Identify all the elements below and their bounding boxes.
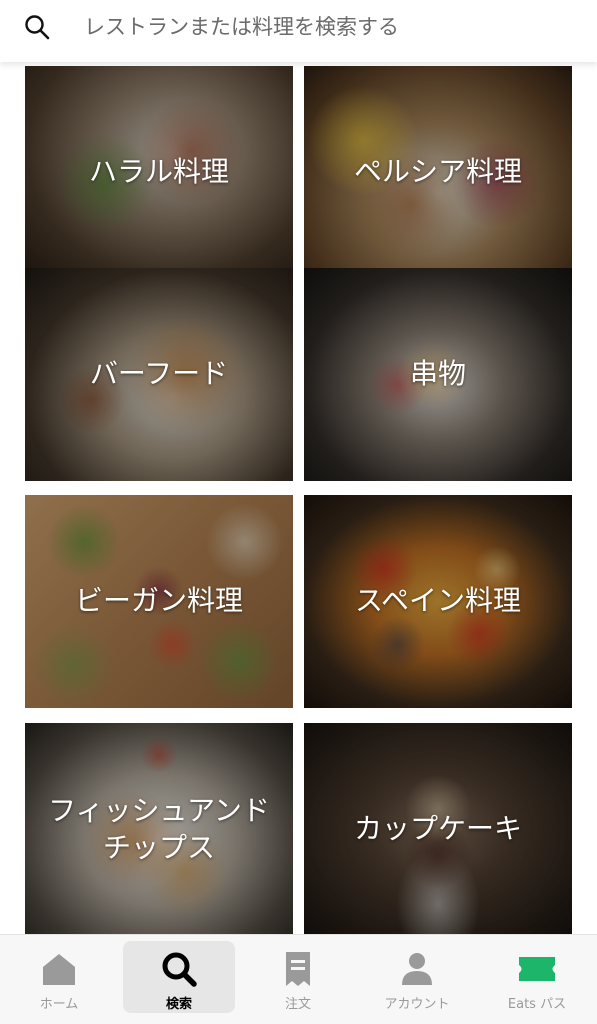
category-tile-spanish[interactable]: スペイン料理: [304, 495, 572, 708]
search-input[interactable]: [84, 10, 564, 44]
category-tile-halal[interactable]: ハラル料理: [25, 66, 293, 279]
search-bar: [0, 0, 597, 62]
category-label: スペイン料理: [354, 584, 522, 618]
nav-label: 注文: [284, 997, 311, 1012]
nav-account[interactable]: アカウント: [361, 941, 473, 1013]
nav-label: 検索: [165, 997, 192, 1012]
category-tile-fish-and-chips[interactable]: フィッシュアンドチップス: [25, 723, 293, 934]
nav-label: アカウント: [384, 997, 450, 1012]
search-icon[interactable]: [24, 14, 50, 40]
receipt-icon: [286, 952, 310, 986]
category-grid: ハラル料理 ペルシア料理 バーフード 串物 ビーガン料理 スペイン料理 フィッシ…: [0, 62, 597, 934]
person-icon: [402, 953, 432, 985]
home-icon: [43, 954, 75, 985]
category-tile-skewers[interactable]: 串物: [304, 268, 572, 481]
nav-label: Eats パス: [507, 997, 567, 1012]
bottom-nav: ホーム 検索 注文 アカウント Eats パス: [0, 934, 597, 1024]
category-label: ハラル料理: [88, 155, 229, 189]
category-label: ペルシア料理: [353, 155, 522, 189]
nav-eats-pass[interactable]: Eats パス: [481, 941, 593, 1013]
nav-home[interactable]: ホーム: [3, 941, 115, 1013]
category-tile-bar-food[interactable]: バーフード: [25, 268, 293, 481]
category-label: ビーガン料理: [74, 584, 243, 618]
nav-orders[interactable]: 注文: [242, 941, 354, 1013]
category-tile-persian[interactable]: ペルシア料理: [304, 66, 572, 279]
category-label: カップケーキ: [353, 812, 522, 846]
category-tile-cupcake[interactable]: カップケーキ: [304, 723, 572, 934]
category-label: 串物: [409, 357, 466, 391]
ticket-icon: [519, 957, 555, 981]
search-icon: [162, 952, 197, 987]
category-label: バーフード: [89, 357, 229, 391]
category-tile-vegan[interactable]: ビーガン料理: [25, 495, 293, 708]
category-label: フィッシュアンドチップス: [48, 794, 270, 864]
nav-search[interactable]: 検索: [123, 941, 235, 1013]
nav-label: ホーム: [39, 997, 79, 1012]
